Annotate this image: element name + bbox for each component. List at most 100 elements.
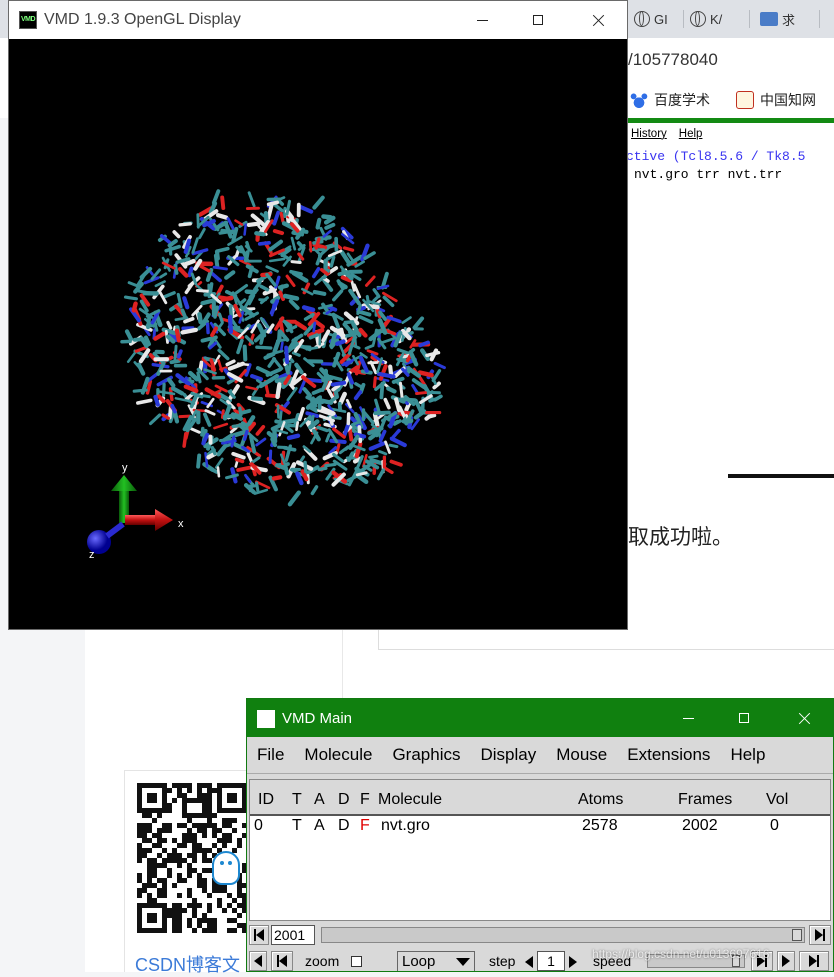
col-id[interactable]: ID: [258, 791, 274, 809]
step-increase-button[interactable]: [567, 952, 579, 972]
qr-module: [167, 908, 172, 913]
menu-file[interactable]: File: [247, 745, 294, 765]
qr-module: [217, 828, 222, 833]
bond: [268, 370, 281, 376]
qr-module: [197, 918, 202, 923]
col-frames[interactable]: Frames: [678, 791, 732, 809]
qr-module: [147, 913, 152, 918]
play-reverse-button[interactable]: [249, 951, 267, 971]
embedded-menu-help: Help: [679, 128, 703, 146]
col-drawn[interactable]: D: [338, 791, 350, 809]
browser-tab-2[interactable]: K/: [684, 0, 750, 38]
bond: [238, 467, 251, 470]
step-back-button[interactable]: [271, 951, 293, 971]
qr-module: [152, 918, 157, 923]
molecule-render-canvas[interactable]: y x z: [9, 39, 627, 629]
mol-top-flag[interactable]: T: [292, 817, 302, 835]
col-top[interactable]: T: [292, 791, 302, 809]
menu-graphics[interactable]: Graphics: [382, 745, 470, 765]
mol-name: nvt.gro: [381, 817, 430, 835]
step-input[interactable]: 1: [537, 951, 565, 971]
qr-module: [232, 808, 237, 813]
frame-slider-thumb[interactable]: [792, 929, 802, 941]
mol-drawn-flag[interactable]: D: [338, 817, 350, 835]
jump-last-button[interactable]: [799, 951, 829, 971]
maximize-button[interactable]: [515, 1, 561, 39]
qr-module: [177, 913, 182, 918]
bookmark-baidu-xueshu[interactable]: 百度学术: [630, 90, 710, 110]
qr-module: [207, 923, 212, 928]
menu-help[interactable]: Help: [720, 745, 775, 765]
bond: [266, 213, 267, 222]
bond: [278, 384, 280, 396]
frame-slider[interactable]: [321, 927, 805, 943]
qr-module: [192, 928, 197, 933]
qr-module: [237, 888, 242, 893]
qr-module: [172, 798, 177, 803]
frame-input[interactable]: 2001: [271, 925, 315, 945]
bond: [261, 286, 267, 289]
qr-module: [212, 843, 217, 848]
qr-module: [237, 903, 242, 908]
play-forward-button[interactable]: [777, 951, 795, 971]
qr-module: [202, 783, 207, 788]
qr-module: [177, 873, 182, 878]
qr-module: [182, 908, 187, 913]
minimize-button[interactable]: [665, 699, 711, 737]
bond: [230, 317, 231, 332]
qr-module: [152, 913, 157, 918]
qr-module: [162, 883, 167, 888]
qr-module: [187, 873, 192, 878]
bond: [292, 238, 295, 249]
loop-style-select[interactable]: Loop: [397, 951, 475, 972]
browser-tab-3[interactable]: 求: [752, 0, 820, 38]
menu-molecule[interactable]: Molecule: [294, 745, 382, 765]
browser-tab-1[interactable]: GI: [628, 0, 684, 38]
qr-module: [222, 843, 227, 848]
mol-active-flag[interactable]: A: [314, 817, 325, 835]
zoom-checkbox[interactable]: [351, 956, 362, 967]
jump-start-button[interactable]: [249, 925, 269, 945]
col-atoms[interactable]: Atoms: [578, 791, 623, 809]
bond: [398, 350, 407, 353]
close-button[interactable]: [781, 699, 827, 737]
qr-module: [207, 823, 212, 828]
col-vol[interactable]: Vol: [766, 791, 788, 809]
qr-module: [207, 908, 212, 913]
maximize-button[interactable]: [721, 699, 767, 737]
zoom-label: zoom: [305, 953, 339, 969]
bond: [249, 193, 254, 206]
minimize-button[interactable]: [459, 1, 505, 39]
qr-module: [137, 873, 142, 878]
qr-module: [162, 908, 167, 913]
bookmark-cnki[interactable]: 中国知网: [736, 90, 816, 110]
menu-display[interactable]: Display: [470, 745, 546, 765]
qr-module: [202, 828, 207, 833]
bond: [420, 373, 432, 376]
menu-mouse[interactable]: Mouse: [546, 745, 617, 765]
bond: [198, 456, 199, 467]
qr-module: [167, 868, 172, 873]
col-fixed[interactable]: F: [360, 791, 370, 809]
gl-titlebar[interactable]: VMD VMD 1.9.3 OpenGL Display: [9, 1, 627, 39]
main-titlebar[interactable]: VMD Main: [247, 699, 833, 737]
jump-end-button[interactable]: [809, 925, 831, 945]
article-paragraph: 取成功啦。: [628, 521, 733, 551]
qr-module: [147, 828, 152, 833]
qr-caption[interactable]: CSDN博客文: [135, 951, 240, 977]
mol-fixed-flag[interactable]: F: [360, 817, 370, 835]
bond: [172, 406, 175, 412]
qr-module: [137, 828, 142, 833]
menu-extensions[interactable]: Extensions: [617, 745, 720, 765]
qr-module: [212, 833, 217, 838]
close-button[interactable]: [575, 1, 621, 39]
step-decrease-button[interactable]: [523, 952, 535, 972]
bond: [417, 393, 426, 394]
qr-module: [147, 813, 152, 818]
col-active[interactable]: A: [314, 791, 325, 809]
window-title: VMD 1.9.3 OpenGL Display: [44, 11, 241, 29]
browser-tab-label: 求: [782, 10, 795, 29]
qr-module: [172, 838, 177, 843]
col-molecule[interactable]: Molecule: [378, 791, 442, 809]
qr-module: [217, 903, 222, 908]
